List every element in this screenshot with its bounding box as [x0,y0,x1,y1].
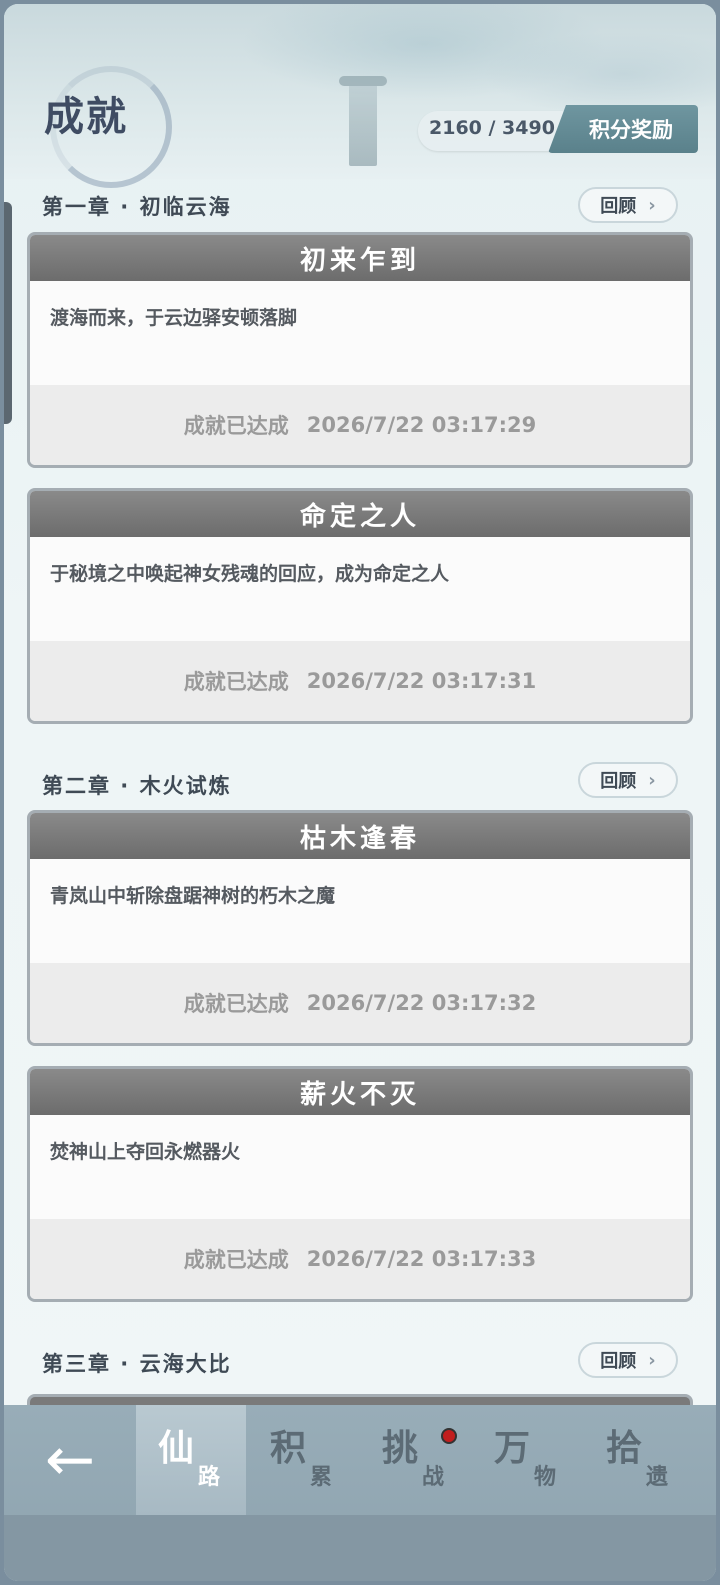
tab-wanwu[interactable]: 万 物 [472,1405,582,1515]
achievement-desc: 渡海而来，于云边驿安顿落脚 [30,281,690,365]
tab-big-char: 万 [494,1427,531,1469]
status-text: 成就已达成 [183,414,289,438]
achieved-time: 2026/7/22 03:17:29 [306,413,537,437]
page-title: 成就 [44,93,128,140]
review-label: 回顾 [600,196,637,217]
tab-small-char: 战 [422,1464,445,1490]
chevron-right-icon: › [648,1349,656,1371]
review-button-chapter-1[interactable]: 回顾 › [578,187,678,223]
score-value: 2160 / 3490 [429,117,555,139]
tab-small-char: 物 [534,1464,557,1490]
tab-small-char: 路 [198,1464,221,1490]
achieved-time: 2026/7/22 03:17:32 [306,991,537,1015]
tab-big-char: 拾 [606,1427,643,1469]
achievement-status: 成就已达成 2026/7/22 03:17:29 [30,385,690,465]
chapter-title-1: 第一章 · 初临云海 [42,195,232,219]
achieved-time: 2026/7/22 03:17:33 [306,1247,537,1271]
achievement-name: 枯木逢春 [30,813,690,859]
achievement-name: 初来乍到 [30,235,690,281]
review-button-chapter-2[interactable]: 回顾 › [578,762,678,798]
achievement-desc: 青岚山中斩除盘踞神树的朽木之魔 [30,859,690,943]
bottom-navigation: ← 仙 路 积 累 挑 战 万 物 拾 遗 [4,1405,716,1581]
achievements-screen: 成就 2160 / 3490 积分奖励 第一章 · 初临云海 回顾 › 初来乍到… [4,4,716,1581]
tab-big-char: 挑 [382,1427,419,1469]
tab-big-char: 积 [270,1427,307,1469]
achievement-card-3: 枯木逢春 青岚山中斩除盘踞神树的朽木之魔 成就已达成 2026/7/22 03:… [27,810,693,1046]
tab-small-char: 遗 [646,1464,669,1490]
status-text: 成就已达成 [183,1248,289,1272]
chevron-right-icon: › [648,194,656,216]
tab-xianlu[interactable]: 仙 路 [136,1405,246,1515]
chevron-right-icon: › [648,769,656,791]
tab-big-char: 仙 [158,1427,195,1469]
chapter-title-2: 第二章 · 木火试炼 [42,774,232,798]
achievement-desc: 焚神山上夺回永燃器火 [30,1115,690,1199]
points-reward-button[interactable]: 积分奖励 [548,105,698,153]
achievement-card-1: 初来乍到 渡海而来，于云边驿安顿落脚 成就已达成 2026/7/22 03:17… [27,232,693,468]
notification-badge [441,1428,457,1444]
tab-jilei[interactable]: 积 累 [248,1405,358,1515]
status-text: 成就已达成 [183,670,289,694]
tab-tiaozhan[interactable]: 挑 战 [360,1405,470,1515]
achievement-desc: 于秘境之中唤起神女残魂的回应，成为命定之人 [30,537,690,621]
tab-small-char: 累 [310,1464,333,1490]
review-label: 回顾 [600,771,637,792]
achievement-card-2: 命定之人 于秘境之中唤起神女残魂的回应，成为命定之人 成就已达成 2026/7/… [27,488,693,724]
back-arrow-icon[interactable]: ← [4,1405,136,1515]
achieved-time: 2026/7/22 03:17:31 [306,669,537,693]
review-label: 回顾 [600,1351,637,1372]
achievement-name: 薪火不灭 [30,1069,690,1115]
achievement-status: 成就已达成 2026/7/22 03:17:33 [30,1219,690,1299]
achievement-name: 命定之人 [30,491,690,537]
nav-bottom-strip [4,1515,716,1581]
achievement-status: 成就已达成 2026/7/22 03:17:32 [30,963,690,1043]
achievement-status: 成就已达成 2026/7/22 03:17:31 [30,641,690,721]
status-text: 成就已达成 [183,992,289,1016]
chapter-title-3: 第三章 · 云海大比 [42,1352,232,1376]
tab-shiyi[interactable]: 拾 遗 [584,1405,694,1515]
achievement-card-4: 薪火不灭 焚神山上夺回永燃器火 成就已达成 2026/7/22 03:17:33 [27,1066,693,1302]
review-button-chapter-3[interactable]: 回顾 › [578,1342,678,1378]
pagoda-illustration [339,76,387,166]
side-handle[interactable] [4,202,12,424]
